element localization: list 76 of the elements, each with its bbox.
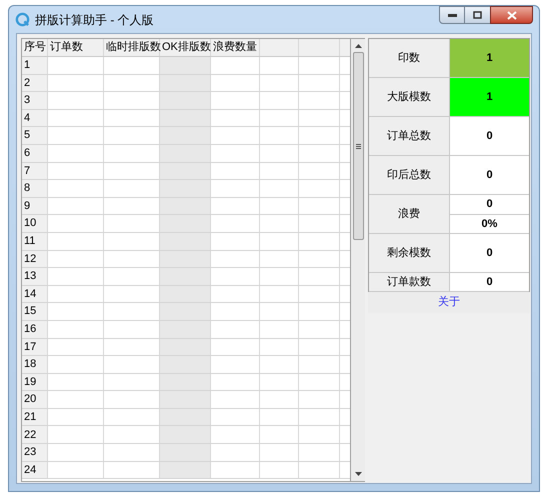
table-cell[interactable]: [160, 391, 211, 408]
row-number: 6: [22, 144, 48, 162]
table-cell[interactable]: [160, 198, 211, 214]
table-cell[interactable]: [160, 444, 211, 461]
row-number: 20: [22, 391, 48, 408]
row-number: 13: [22, 268, 48, 285]
row-number: 24: [22, 462, 48, 478]
maximize-icon: [473, 11, 482, 19]
grip-icon: [356, 144, 360, 148]
stat-value: 1: [450, 78, 529, 116]
stat-label: 订单款数: [369, 273, 450, 291]
column-header[interactable]: OK排版数: [160, 39, 211, 56]
row-number: 15: [22, 303, 48, 320]
row-number: 23: [22, 444, 48, 461]
row-number: 1: [22, 57, 48, 74]
row-number: 21: [22, 408, 48, 426]
row-number: 3: [22, 92, 48, 109]
vertical-scrollbar[interactable]: [351, 38, 365, 482]
table-cell[interactable]: [160, 462, 211, 478]
table-cell[interactable]: [160, 92, 211, 109]
scrollbar-thumb[interactable]: [352, 52, 364, 240]
stat-label: 印后总数: [369, 156, 450, 194]
table-cell[interactable]: [160, 408, 211, 426]
row-number: 11: [22, 232, 48, 250]
row-number: 17: [22, 338, 48, 356]
column-header[interactable]: 浪费数量: [211, 39, 260, 56]
table-cell[interactable]: [160, 232, 211, 250]
stat-value: 1: [450, 39, 529, 77]
table-cell[interactable]: [160, 162, 211, 180]
table-cell[interactable]: [160, 215, 211, 232]
row-number: 9: [22, 198, 48, 214]
row-number: 10: [22, 215, 48, 232]
table-cell[interactable]: [160, 426, 211, 444]
row-number: 5: [22, 127, 48, 144]
about-link[interactable]: 关于: [368, 292, 530, 313]
table-cell[interactable]: [160, 338, 211, 356]
table-cell[interactable]: [160, 286, 211, 302]
row-number: 16: [22, 320, 48, 338]
close-icon: [506, 10, 516, 20]
row-number: 19: [22, 374, 48, 390]
minimize-button[interactable]: [439, 6, 465, 24]
table-cell[interactable]: [160, 320, 211, 338]
row-number: 2: [22, 74, 48, 92]
row-number: 14: [22, 286, 48, 302]
table-cell[interactable]: [160, 374, 211, 390]
table-cell[interactable]: [160, 110, 211, 126]
stat-label: 大版模数: [369, 78, 450, 116]
stat-label: 浪费: [369, 195, 450, 233]
row-number: 4: [22, 110, 48, 126]
stat-label: 订单总数: [369, 117, 450, 155]
table-cell[interactable]: [160, 356, 211, 373]
scroll-down-icon: [354, 472, 362, 476]
column-header[interactable]: 订单数: [48, 39, 104, 56]
row-number: 8: [22, 180, 48, 197]
table-cell[interactable]: [160, 303, 211, 320]
table-cell[interactable]: [160, 144, 211, 162]
stat-label: 剩余模数: [369, 234, 450, 272]
row-number: 22: [22, 426, 48, 444]
close-button[interactable]: [490, 6, 533, 24]
window-title: 拼版计算助手 - 个人版: [35, 12, 154, 28]
table-cell[interactable]: [160, 180, 211, 197]
table-cell[interactable]: [160, 57, 211, 74]
table-cell[interactable]: [160, 268, 211, 285]
row-number: 18: [22, 356, 48, 373]
scroll-up-icon: [354, 44, 362, 48]
app-logo-icon: [15, 12, 30, 27]
minimize-icon: [448, 14, 456, 16]
row-number: 7: [22, 162, 48, 180]
column-header[interactable]: 序号: [22, 39, 48, 56]
stat-label: 印数: [369, 39, 450, 77]
table-cell[interactable]: [160, 250, 211, 268]
row-number: 12: [22, 250, 48, 268]
column-header[interactable]: 临时排版数: [104, 39, 160, 56]
table-cell[interactable]: [160, 74, 211, 92]
table-cell[interactable]: [160, 127, 211, 144]
maximize-button[interactable]: [465, 6, 490, 24]
